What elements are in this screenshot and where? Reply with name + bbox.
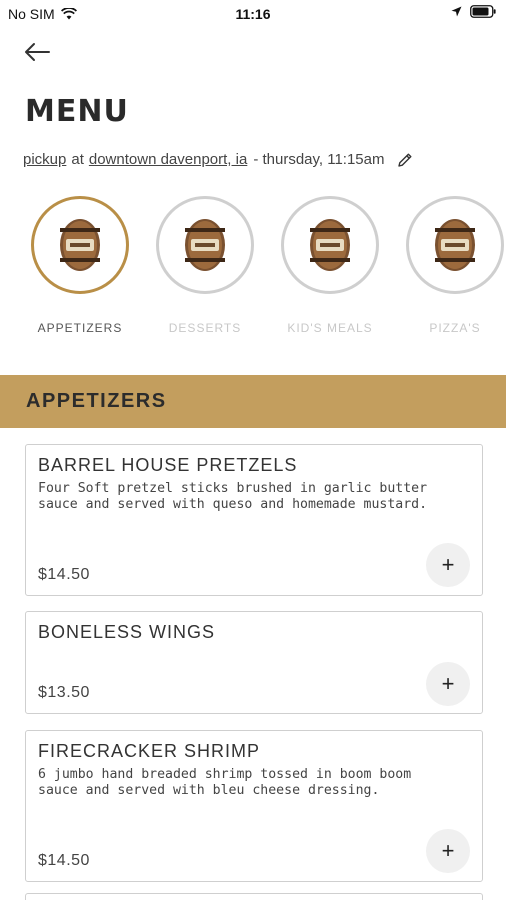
location-arrow-icon: [451, 6, 462, 17]
order-method-link[interactable]: pickup: [23, 151, 66, 168]
status-time: 11:16: [235, 6, 271, 22]
item-price: $13.50: [38, 684, 90, 701]
menu-item-card[interactable]: BONELESS WINGS $13.50 +: [25, 611, 483, 714]
battery-icon: [470, 5, 496, 18]
order-time-label: - thursday, 11:15am: [253, 151, 385, 168]
add-item-button[interactable]: +: [426, 543, 470, 587]
add-item-button[interactable]: +: [426, 829, 470, 873]
status-bar: No SIM 11:16: [0, 0, 506, 28]
category-kids-meals[interactable]: KID'S MEALS: [280, 196, 380, 335]
barrel-icon: [310, 219, 350, 271]
item-name: BARREL HOUSE PRETZELS: [38, 455, 298, 475]
item-description: 6 jumbo hand breaded shrimp tossed in bo…: [38, 767, 412, 798]
menu-item-card[interactable]: BARREL HOUSE PRETZELS Four Soft pretzel …: [25, 444, 483, 596]
page-title: MENU: [25, 94, 129, 129]
item-price: $14.50: [38, 852, 90, 869]
category-label: PIZZA'S: [429, 321, 481, 335]
item-price: $14.50: [38, 566, 90, 583]
item-name: BONELESS WINGS: [38, 622, 216, 642]
item-name: FIRECRACKER SHRIMP: [38, 741, 261, 761]
category-pizzas[interactable]: PIZZA'S: [405, 196, 505, 335]
pencil-icon[interactable]: [397, 152, 413, 168]
menu-item-card-partial[interactable]: [25, 893, 483, 900]
barrel-icon: [435, 219, 475, 271]
category-label: DESSERTS: [168, 321, 242, 335]
back-arrow-icon: [25, 43, 50, 61]
category-circle: [281, 196, 379, 294]
order-at-label: at: [71, 151, 84, 168]
barrel-icon: [185, 219, 225, 271]
category-label: APPETIZERS: [37, 321, 123, 335]
add-item-button[interactable]: +: [426, 662, 470, 706]
category-circle: [406, 196, 504, 294]
barrel-icon: [60, 219, 100, 271]
category-appetizers[interactable]: APPETIZERS: [30, 196, 130, 335]
back-button[interactable]: [22, 40, 54, 64]
menu-item-card[interactable]: FIRECRACKER SHRIMP 6 jumbo hand breaded …: [25, 730, 483, 882]
order-info: pickup at downtown davenport, ia - thurs…: [23, 151, 413, 168]
section-header: APPETIZERS: [0, 375, 506, 428]
section-title: APPETIZERS: [26, 390, 167, 412]
location-link[interactable]: downtown davenport, ia: [89, 151, 247, 168]
category-circle: [31, 196, 129, 294]
category-desserts[interactable]: DESSERTS: [155, 196, 255, 335]
category-circle: [156, 196, 254, 294]
category-carousel[interactable]: APPETIZERS DESSERTS KID'S MEALS PIZZA'S: [0, 196, 506, 346]
item-description: Four Soft pretzel sticks brushed in garl…: [38, 481, 428, 512]
category-label: KID'S MEALS: [287, 321, 373, 335]
status-right: [451, 5, 496, 18]
